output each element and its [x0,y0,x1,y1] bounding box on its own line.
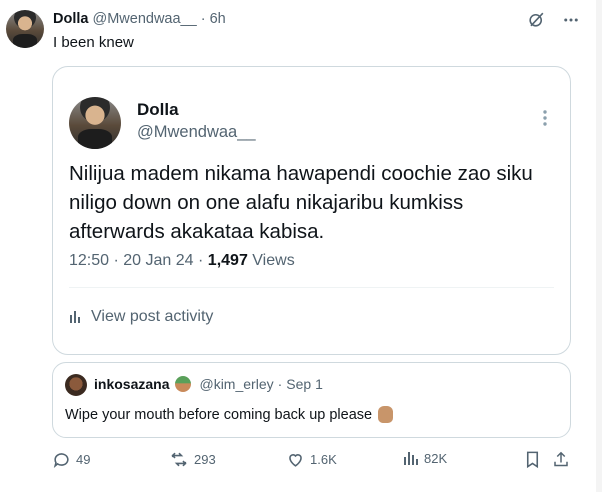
repost-icon [169,450,189,469]
views-icon [403,450,419,466]
tweet[interactable]: Dolla @Mwendwaa__ · 6h I been knew Dolla… [0,0,602,492]
separator-dot: · [277,376,283,392]
bookmark-icon [524,450,541,469]
reply-author-name[interactable]: inkosazana [94,376,169,392]
share-button[interactable] [552,450,570,469]
share-icon [552,450,570,469]
tweet-time[interactable]: 6h [210,11,226,27]
quoted-tweet-meta: 12:50 · 20 Jan 24 · 1,497 Views [69,252,295,270]
quoted-author-name[interactable]: Dolla [137,100,179,120]
grok-icon[interactable] [527,10,546,29]
analytics-icon [69,310,83,324]
tweet-text: I been knew [53,34,134,51]
heart-icon [286,450,305,469]
reply-author-avatar[interactable] [65,374,87,396]
author-handle[interactable]: @Mwendwaa__ [92,11,196,27]
view-post-activity-label: View post activity [91,308,214,325]
repost-button[interactable]: 293 [169,450,216,469]
separator-dot: · [113,252,119,269]
reply-card[interactable]: inkosazana @kim_erley · Sep 1 Wipe your … [52,362,571,438]
quoted-author-avatar[interactable] [69,97,121,149]
like-count: 1.6K [310,452,337,467]
separator-dot: · [198,252,204,269]
view-post-activity-link[interactable]: View post activity [69,308,213,326]
reply-text: Wipe your mouth before coming back up pl… [65,406,394,423]
reply-icon [52,450,71,469]
reply-text-content: Wipe your mouth before coming back up pl… [65,406,373,423]
quoted-views-label: Views [252,252,295,269]
quoted-tweet-text: Nilijua madem nikama hawapendi coochie z… [69,162,533,243]
tweet-actions: 49 293 1.6K 82K [52,450,572,472]
tweet-header: Dolla @Mwendwaa__ · 6h [53,11,226,27]
reply-button[interactable]: 49 [52,450,90,469]
quoted-tweet-card[interactable]: Dolla @Mwendwaa__ Nilijua madem nikama h… [52,66,571,355]
divider [69,287,554,288]
reply-time[interactable]: Sep 1 [286,376,323,392]
bookmark-button[interactable] [524,450,541,469]
quoted-time[interactable]: 12:50 [69,252,109,269]
more-options-icon[interactable] [562,11,580,29]
quoted-date[interactable]: 20 Jan 24 [123,252,193,269]
quoted-views-count: 1,497 [207,252,248,269]
reply-author-handle[interactable]: @kim_erley [199,376,273,392]
mermaid-emoji-icon [175,376,192,392]
author-avatar[interactable] [6,10,44,48]
author-name[interactable]: Dolla [53,11,88,27]
repost-count: 293 [194,452,216,467]
tweet-top-icons [527,10,580,29]
reply-count: 49 [76,452,91,467]
separator-dot: · [200,11,206,27]
views-button[interactable]: 82K [403,450,447,466]
scrollbar[interactable] [596,0,602,492]
quoted-more-options-icon[interactable] [542,109,548,127]
like-button[interactable]: 1.6K [286,450,337,469]
views-count: 82K [424,450,448,466]
reply-header: inkosazana @kim_erley · Sep 1 [94,376,323,392]
quoted-author-handle[interactable]: @Mwendwaa__ [137,123,256,142]
raised-hand-emoji-icon [378,406,394,423]
